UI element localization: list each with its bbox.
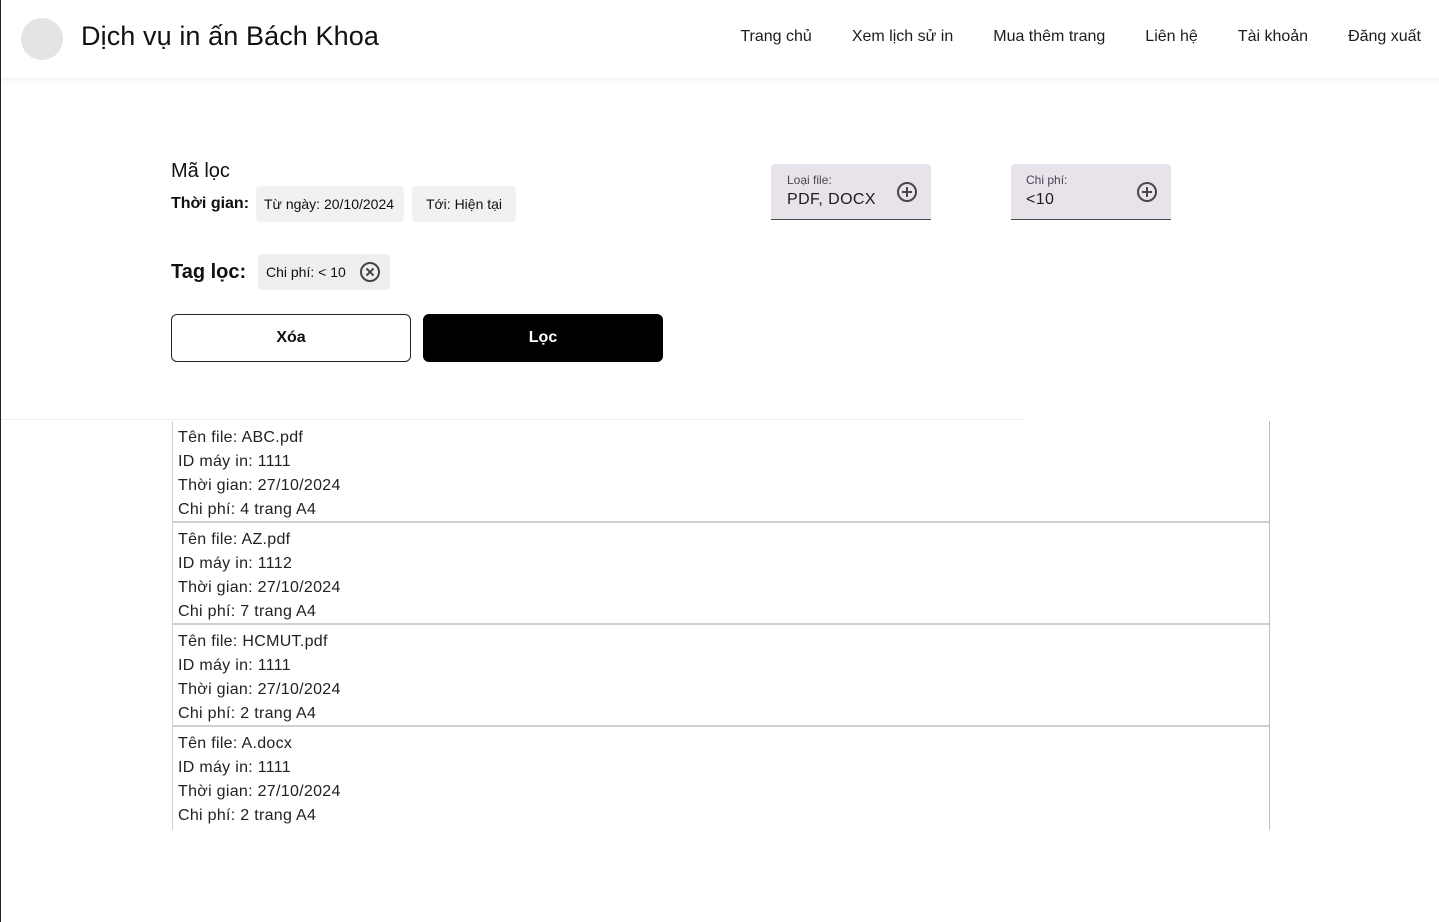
nav-contact[interactable]: Liên hệ — [1145, 28, 1198, 46]
file-name: Tên file: A.docx — [178, 735, 293, 752]
filter-tag-text: Chi phí: < 10 — [266, 264, 346, 280]
file-type-label: Loại file: — [787, 173, 832, 187]
to-date-chip[interactable]: Tới: Hiện tại — [412, 186, 516, 222]
add-cost-icon[interactable] — [1137, 182, 1157, 202]
tag-label: Tag lọc: — [171, 261, 247, 283]
from-date-chip[interactable]: Từ ngày: 20/10/2024 — [256, 186, 404, 222]
filter-tag-chip: Chi phí: < 10 — [258, 254, 390, 290]
printer-id: ID máy in: 1111 — [178, 657, 291, 674]
time-label: Thời gian: — [171, 195, 250, 212]
file-name: Tên file: AZ.pdf — [178, 531, 291, 548]
list-item[interactable]: Tên file: ABC.pdf ID máy in: 1111 Thời g… — [173, 421, 1269, 523]
nav-buy-pages[interactable]: Mua thêm trang — [993, 28, 1105, 46]
list-item[interactable]: Tên file: A.docx ID máy in: 1111 Thời gi… — [173, 727, 1269, 829]
section-divider — [1, 419, 1024, 420]
print-cost: Chi phí: 7 trang A4 — [178, 603, 317, 620]
print-time: Thời gian: 27/10/2024 — [178, 579, 341, 596]
printer-id: ID máy in: 1112 — [178, 555, 293, 572]
print-time: Thời gian: 27/10/2024 — [178, 681, 341, 698]
print-cost: Chi phí: 2 trang A4 — [178, 705, 317, 722]
logo-avatar[interactable] — [21, 18, 63, 60]
printer-id: ID máy in: 1111 — [178, 759, 291, 776]
file-name: Tên file: ABC.pdf — [178, 429, 304, 446]
top-header: Dịch vụ in ấn Bách Khoa Trang chủ Xem lị… — [1, 0, 1439, 78]
file-type-field[interactable]: Loại file: PDF, DOCX — [771, 164, 931, 220]
add-file-type-icon[interactable] — [897, 182, 917, 202]
file-name: Tên file: HCMUT.pdf — [178, 633, 328, 650]
filter-button[interactable]: Lọc — [423, 314, 663, 362]
file-type-value: PDF, DOCX — [787, 191, 876, 208]
cost-value: <10 — [1026, 191, 1055, 208]
print-cost: Chi phí: 2 trang A4 — [178, 807, 317, 824]
main-nav: Trang chủ Xem lịch sử in Mua thêm trang … — [740, 28, 1421, 46]
list-item[interactable]: Tên file: HCMUT.pdf ID máy in: 1111 Thời… — [173, 625, 1269, 727]
brand-title: Dịch vụ in ấn Bách Khoa — [81, 21, 379, 51]
list-item[interactable]: Tên file: AZ.pdf ID máy in: 1112 Thời gi… — [173, 523, 1269, 625]
cost-field[interactable]: Chi phí: <10 — [1011, 164, 1171, 220]
nav-print-history[interactable]: Xem lịch sử in — [852, 28, 953, 46]
filter-title: Mã lọc — [171, 160, 230, 182]
remove-tag-icon[interactable] — [360, 262, 380, 282]
clear-button[interactable]: Xóa — [171, 314, 411, 362]
results-list: Tên file: ABC.pdf ID máy in: 1111 Thời g… — [172, 421, 1270, 830]
nav-logout[interactable]: Đăng xuất — [1348, 28, 1421, 46]
print-time: Thời gian: 27/10/2024 — [178, 783, 341, 800]
print-cost: Chi phí: 4 trang A4 — [178, 501, 317, 518]
nav-home[interactable]: Trang chủ — [740, 28, 811, 46]
printer-id: ID máy in: 1111 — [178, 453, 291, 470]
cost-label: Chi phí: — [1026, 173, 1068, 187]
nav-account[interactable]: Tài khoản — [1238, 28, 1308, 46]
print-time: Thời gian: 27/10/2024 — [178, 477, 341, 494]
